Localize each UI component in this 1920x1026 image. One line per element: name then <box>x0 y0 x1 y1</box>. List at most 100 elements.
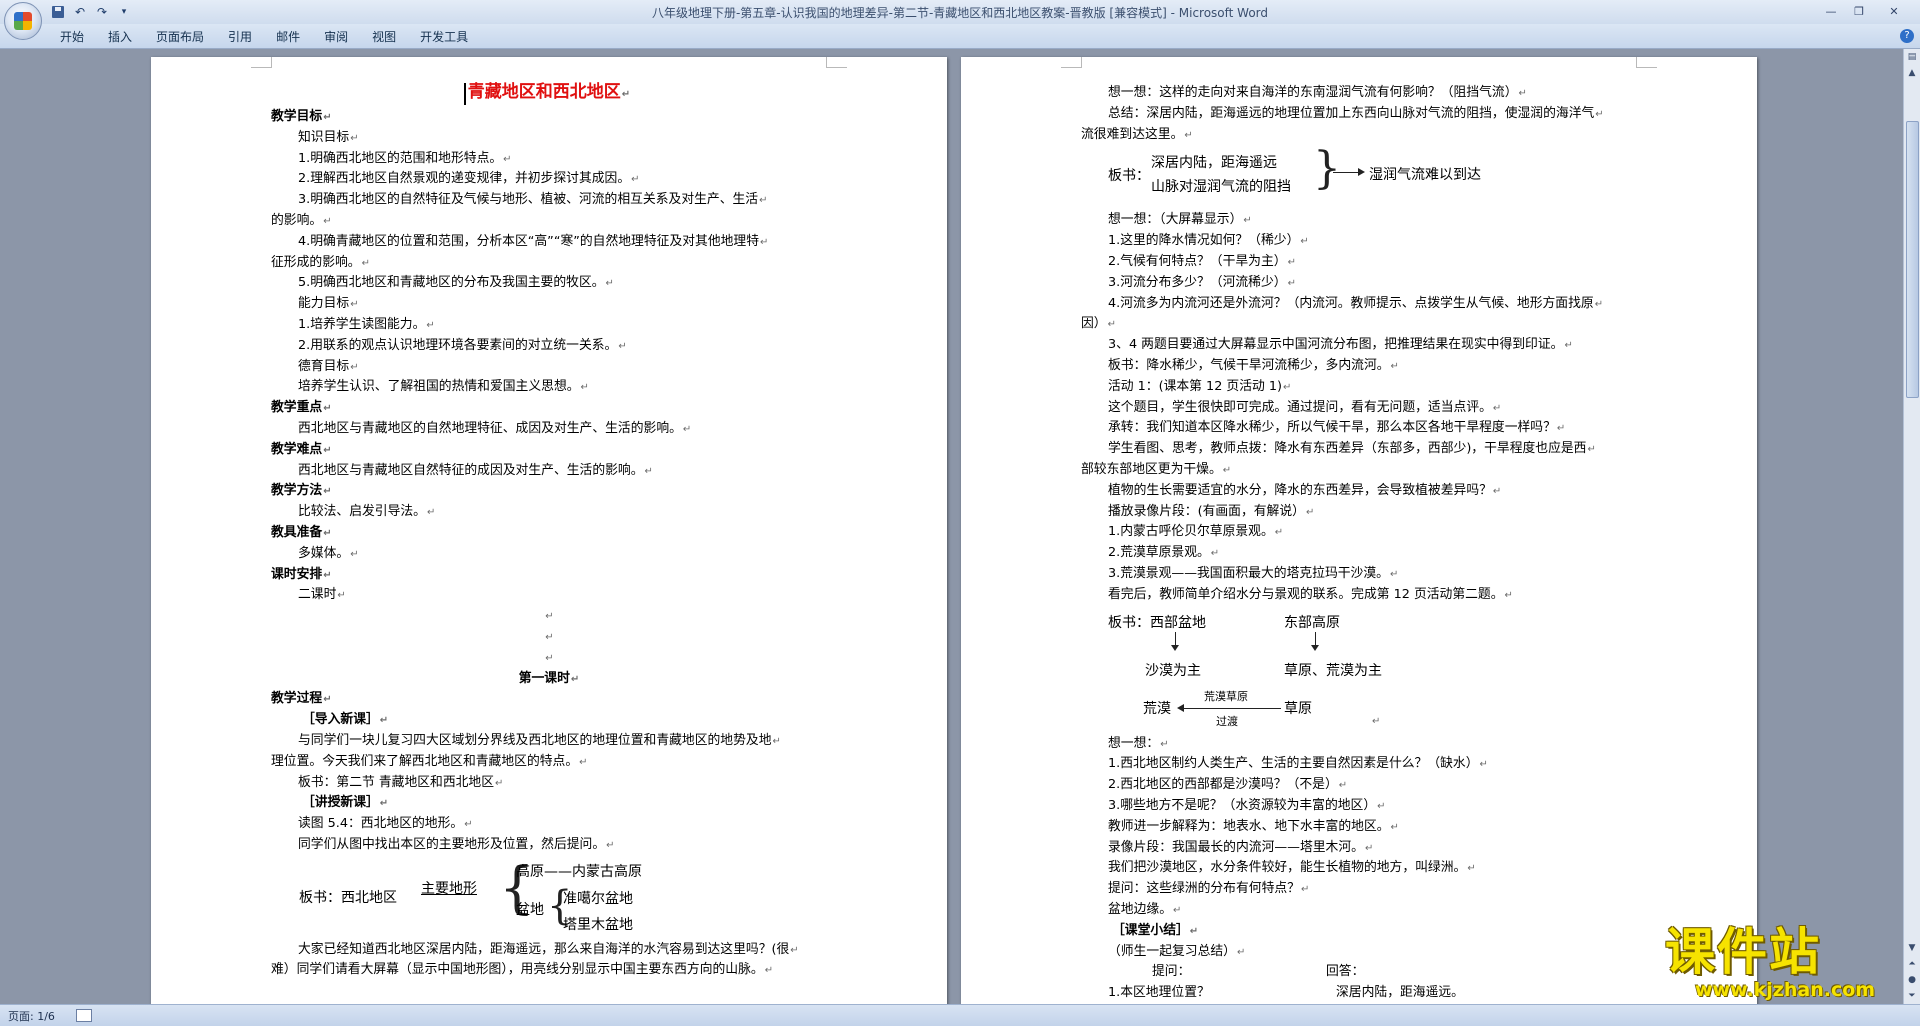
text-line-content: 读图 5.4：西北地区的地形。 <box>298 816 464 832</box>
tab-home[interactable]: 开始 <box>48 27 96 47</box>
text-line-content: 部较东部地区更为干燥。 <box>1081 461 1222 477</box>
vertical-scrollbar[interactable]: ▤ ▲ ▼ ⏶ ● ⏷ <box>1903 49 1920 1004</box>
proofing-status-icon[interactable] <box>76 1009 92 1022</box>
text-line-content: 培养学生认识、了解祖国的热情和爱国主义思想。 <box>298 379 580 395</box>
margin-corner-mark <box>1061 57 1082 68</box>
text-line: 播放录像片段：(有画面，有解说）↵ <box>1108 503 1315 519</box>
text-line-content: 看完后，教师简单介绍水分与景观的联系。完成第 12 页活动第二题。 <box>1108 586 1504 602</box>
text-line: 培养学生认识、了解祖国的热情和爱国主义思想。↵ <box>298 379 589 395</box>
text-line-content: ［讲授新课］ <box>302 795 379 811</box>
board2-line-1: 深居内陆，距海遥远 <box>1151 155 1277 172</box>
watermark-url: www.kjzhan.com <box>1695 979 1876 1001</box>
text-line: 3.哪些地方不是呢？（水资源较为丰富的地区）↵ <box>1108 797 1386 813</box>
ribbon-tab-bar: 开始 插入 页面布局 引用 邮件 审阅 视图 开发工具 ? <box>0 24 1920 49</box>
tab-mailings[interactable]: 邮件 <box>264 27 312 47</box>
text-line: 承转：我们知道本区降水稀少，所以气候干旱，那么本区各地干旱程度一样吗？↵ <box>1108 420 1566 436</box>
text-line-content: 1.西北地区制约人类生产、生活的主要自然因素是什么？（缺水） <box>1108 756 1479 772</box>
arrow-down-icon <box>1171 644 1179 651</box>
text-line: 板书：第二节 青藏地区和西北地区↵ <box>298 774 504 790</box>
arrow-line <box>1315 631 1316 646</box>
text-line-content: 想一想：这样的走向对来自海洋的东南湿润气流有何影响？（阻挡气流） <box>1108 85 1518 100</box>
office-button[interactable] <box>4 2 42 40</box>
text-line-content: 2.气候有何特点？（干旱为主） <box>1108 253 1287 269</box>
text-line: 教学重点↵ <box>271 400 332 416</box>
page-content: 青藏地区和西北地区↵ 教学目标↵ 知识目标↵ 1.明确西北地区的范围和地形特点。↵ 2… <box>271 77 827 981</box>
document-page-2[interactable]: 想一想：这样的走向对来自海洋的东南湿润气流有何影响？（阻挡气流）↵ 总结：深居内陆… <box>961 57 1757 1004</box>
text-line-content: 播放录像片段：(有画面，有解说） <box>1108 503 1305 519</box>
minimize-button[interactable]: — <box>1818 2 1844 20</box>
text-line: 提问：这些绿洲的分布有何特点？↵ <box>1108 881 1310 897</box>
text-line: 部较东部地区更为干燥。↵ <box>1081 461 1232 477</box>
tab-insert[interactable]: 插入 <box>96 27 144 47</box>
tab-developer[interactable]: 开发工具 <box>408 27 480 47</box>
text-line-content: 教学目标 <box>271 109 323 124</box>
text-line-content: ［导入新课］ <box>302 712 379 728</box>
text-line: 2.用联系的观点认识地理环境各要素间的对立统一关系。↵ <box>298 337 627 353</box>
board3-desert-main: 沙漠为主 <box>1145 662 1201 679</box>
text-line: 想一想：这样的走向对来自海洋的东南湿润气流有何影响？（阻挡气流）↵ <box>1108 85 1527 100</box>
qa-question: 1.本区地理位置？ <box>1108 985 1210 1001</box>
text-line-content: 教学过程 <box>271 691 323 707</box>
text-line: 教学难点↵ <box>271 441 332 457</box>
text-line-content: 西北地区与青藏地区的自然地理特征、成因及对生产、生活的影响。 <box>298 420 682 436</box>
text-line: 想一想：↵ <box>1108 735 1169 751</box>
board3-west: 板书：西部盆地 <box>1108 614 1206 631</box>
qa-header-row: 提问： 回答： <box>1081 962 1637 983</box>
text-line: 录像片段：我国最长的内流河——塔里木河。↵ <box>1108 839 1374 855</box>
text-line: 4.明确青藏地区的位置和范围，分析本区“高”“寒”的自然地理特征及对其他地理特↵ <box>298 233 769 249</box>
close-icon: ✕ <box>1889 4 1899 18</box>
text-line: 西北地区与青藏地区的自然地理特征、成因及对生产、生活的影响。↵ <box>298 420 692 436</box>
text-line: 2.气候有何特点？（干旱为主）↵ <box>1108 253 1296 269</box>
document-page-1[interactable]: 青藏地区和西北地区↵ 教学目标↵ 知识目标↵ 1.明确西北地区的范围和地形特点。↵ 2… <box>151 57 947 1004</box>
text-line-content: 3.河流分布多少？（河流稀少） <box>1108 274 1287 290</box>
scroll-thumb[interactable] <box>1906 121 1919 398</box>
close-button[interactable]: ✕ <box>1874 2 1914 20</box>
text-line: 大家已经知道西北地区深居内陆，距海遥远，那么来自海洋的水汽容易到达这里吗？(很↵ <box>298 941 799 957</box>
text-line-content: 2.用联系的观点认识地理环境各要素间的对立统一关系。 <box>298 337 618 353</box>
tab-references[interactable]: 引用 <box>216 27 264 47</box>
text-line-content: 能力目标 <box>298 296 350 312</box>
text-line-content: 想一想： <box>1108 735 1160 751</box>
help-icon[interactable]: ? <box>1900 29 1914 43</box>
text-line: 看完后，教师简单介绍水分与景观的联系。完成第 12 页活动第二题。↵ <box>1108 586 1513 602</box>
text-line-content: 因） <box>1081 316 1107 332</box>
text-line: 教学方法↵ <box>271 483 332 499</box>
board2-line-2: 山脉对湿润气流的阻挡 <box>1151 179 1291 196</box>
text-line: 盆地边缘。↵ <box>1108 901 1182 917</box>
text-line: 学生看图、思考，教师点拨：降水有东西差异（东部多，西部少)，干旱程度也应是西↵ <box>1108 441 1596 457</box>
window-title: 八年级地理下册-第五章-认识我国的地理差异-第二节-青藏地区和西北地区教案-晋教… <box>651 6 1269 20</box>
text-line-content: 2.理解西北地区自然景观的递变规律，并初步探讨其成因。 <box>298 171 631 187</box>
text-line: 与同学们一块儿复习四大区域划分界线及西北地区的地理位置和青藏地区的地势及地↵ <box>298 732 781 748</box>
tab-view[interactable]: 视图 <box>360 27 408 47</box>
scroll-up-button[interactable]: ▲ <box>1904 65 1920 81</box>
board3-mid-top: 荒漠草原 <box>1204 689 1248 703</box>
board-basin-2: 塔里木盆地 <box>563 916 633 933</box>
tab-review[interactable]: 审阅 <box>312 27 360 47</box>
text-line-content: 想一想：（大屏幕显示） <box>1108 212 1243 228</box>
text-line-content: 多媒体。 <box>298 545 350 561</box>
page-count[interactable]: 页面: 1/6 <box>8 1008 55 1024</box>
tab-page-layout[interactable]: 页面布局 <box>144 27 216 47</box>
text-line: ［导入新课］↵ <box>302 712 389 728</box>
title-bar: ↶ ↷ ▾ 八年级地理下册-第五章-认识我国的地理差异-第二节-青藏地区和西北地… <box>0 0 1920 40</box>
ruler-toggle-button[interactable]: ▤ <box>1904 49 1920 65</box>
text-line: 这个题目，学生很快即可完成。通过提问，看有无问题，适当点评。↵ <box>1108 399 1502 415</box>
text-line-content: 盆地边缘。 <box>1108 901 1172 917</box>
board3-east: 东部高原 <box>1284 614 1340 631</box>
text-line-content: 总结：深居内陆，距海遥远的地理位置加上东西向山脉对气流的阻挡，使湿润的海洋气 <box>1108 105 1595 121</box>
page-content: 想一想：这样的走向对来自海洋的东南湿润气流有何影响？（阻挡气流）↵ 总结：深居内陆… <box>1081 83 1637 1004</box>
board3-mid-bottom: 过渡 <box>1216 714 1238 728</box>
text-line: ［讲授新课］↵ <box>302 795 389 811</box>
qa-answer-head: 回答： <box>1326 964 1365 980</box>
restore-button[interactable]: ❐ <box>1846 2 1872 20</box>
text-line-content: ［课堂小结］ <box>1112 922 1189 938</box>
status-bar: 页面: 1/6 <box>0 1004 1920 1026</box>
arrow-line <box>1183 707 1281 709</box>
text-line: 我们把沙漠地区，水分条件较好，能生长植物的地方，叫绿洲。↵ <box>1108 860 1476 876</box>
text-line-content: 征形成的影响。 <box>271 254 361 270</box>
text-line: 理位置。今天我们来了解西北地区和青藏地区的特点。↵ <box>271 753 588 769</box>
text-line: 1.内蒙古呼伦贝尔草原景观。↵ <box>1108 524 1284 540</box>
text-line: 比较法、启发引导法。↵ <box>298 504 436 520</box>
text-line-content: 教学方法 <box>271 483 323 499</box>
text-line: （师生一起复习总结）↵ <box>1108 943 1246 959</box>
